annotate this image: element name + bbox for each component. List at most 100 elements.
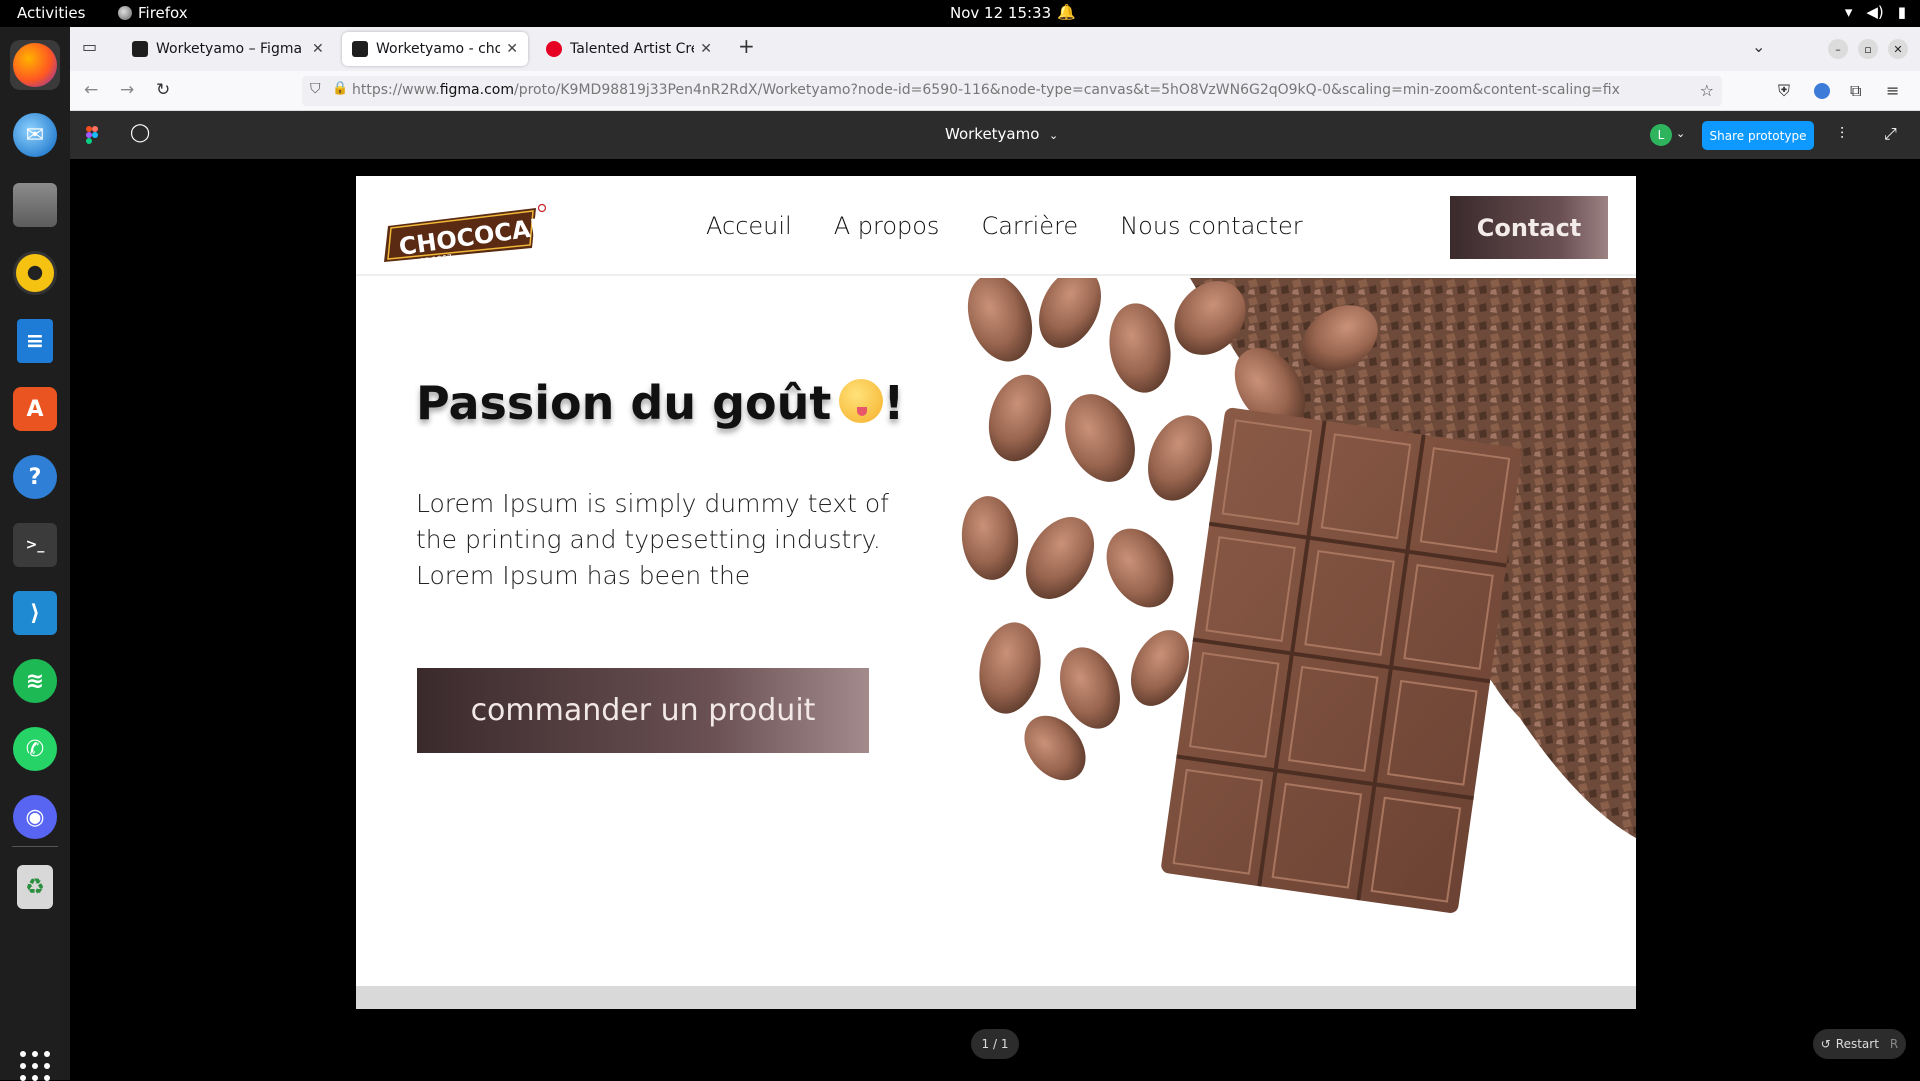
dock-trash[interactable]: ♻: [10, 862, 60, 912]
contact-button[interactable]: Contact: [1450, 196, 1608, 259]
account-icon[interactable]: [1814, 83, 1830, 99]
nav-link-a-propos[interactable]: A propos: [834, 212, 940, 240]
pocket-icon[interactable]: ⛨: [1778, 81, 1790, 101]
firefox-view-icon[interactable]: ▭: [82, 37, 97, 56]
whatsapp-icon: ✆: [13, 727, 57, 771]
dock-terminal[interactable]: >_: [10, 520, 60, 570]
files-icon: [13, 183, 57, 227]
close-tab-icon[interactable]: ✕: [506, 41, 518, 57]
terminal-icon: >_: [13, 523, 57, 567]
tab-pinterest[interactable]: Talented Artist Creates C ✕: [536, 32, 722, 66]
tracking-protection-icon[interactable]: ⛉: [310, 81, 321, 97]
tab-figma[interactable]: Worketyamo – Figma ✕: [122, 32, 334, 66]
forward-icon[interactable]: →: [120, 80, 134, 100]
chevron-down-icon[interactable]: ⌄: [1676, 127, 1685, 140]
restart-icon: ↺: [1820, 1037, 1831, 1051]
chococam-logo[interactable]: CHOCOCAM SINCE 1967: [384, 204, 549, 262]
dock-help[interactable]: ?: [10, 452, 60, 502]
website-frame: CHOCOCAM SINCE 1967 Acceuil A propos Car…: [356, 176, 1636, 1009]
order-product-button[interactable]: commander un produit: [417, 668, 869, 753]
restart-button[interactable]: ↺ Restart R: [1813, 1029, 1906, 1059]
trash-icon: ♻: [17, 865, 53, 909]
activities-button[interactable]: Activities: [17, 4, 85, 22]
close-tab-icon[interactable]: ✕: [700, 41, 712, 57]
dock-files[interactable]: [10, 180, 60, 230]
back-icon[interactable]: ←: [84, 80, 98, 100]
avatar[interactable]: L: [1650, 124, 1672, 146]
tab-chococam[interactable]: Worketyamo - chococam ✕: [342, 32, 528, 66]
dock-separator: [12, 846, 58, 847]
firefox-icon: [13, 43, 57, 87]
minimize-icon[interactable]: –: [1828, 39, 1848, 59]
dock: ✉ ≡ A ? >_ ⟩ ≋ ✆ ◉ ♻: [0, 27, 70, 1081]
page-counter: 1 / 1: [971, 1029, 1019, 1059]
figma-favicon-icon: [132, 41, 148, 57]
bookmark-star-icon[interactable]: ☆: [1700, 81, 1714, 100]
dock-discord[interactable]: ◉: [10, 792, 60, 842]
figma-favicon-icon: [352, 41, 368, 57]
chocolate-cocoa-image: [961, 278, 1636, 913]
extensions-icon[interactable]: ⧉: [1850, 81, 1861, 101]
system-tray[interactable]: ▾ ◀) ▮: [1845, 3, 1906, 21]
url-text[interactable]: https://www.figma.com/proto/K9MD98819j33…: [352, 82, 1682, 98]
figma-logo-icon[interactable]: [86, 126, 98, 144]
comment-icon[interactable]: ◯: [130, 122, 150, 143]
close-tab-icon[interactable]: ✕: [312, 41, 324, 57]
site-nav-links: Acceuil A propos Carrière Nous contacter: [706, 212, 1303, 240]
dock-rhythmbox[interactable]: [10, 248, 60, 298]
chocolate-bar: [1161, 407, 1522, 913]
list-all-tabs-icon[interactable]: ⌄: [1752, 37, 1765, 56]
lock-icon[interactable]: 🔒: [332, 81, 348, 96]
pinterest-favicon-icon: [546, 41, 562, 57]
thunderbird-icon: ✉: [13, 113, 57, 157]
firefox-window: ▭ Worketyamo – Figma ✕ Worketyamo - choc…: [70, 27, 1920, 1080]
hero-title: Passion du goût!: [416, 376, 905, 430]
fullscreen-icon[interactable]: ⤢: [1884, 124, 1897, 144]
system-top-bar: Activities Firefox Nov 12 15:33 🔔 ▾ ◀) ▮: [0, 0, 1920, 27]
tab-label: Talented Artist Creates C: [570, 41, 694, 57]
settings-sliders-icon[interactable]: ⫶: [1840, 124, 1844, 144]
firefox-icon: [118, 6, 132, 20]
rhythmbox-icon: [13, 251, 57, 295]
close-window-icon[interactable]: ✕: [1888, 39, 1908, 59]
figma-toolbar: ◯ Worketyamo ⌄ L ⌄ Share prototype ⫶ ⤢: [70, 111, 1920, 159]
dock-writer[interactable]: ≡: [10, 316, 60, 366]
app-menu[interactable]: Firefox: [118, 4, 188, 22]
dock-spotify[interactable]: ≋: [10, 656, 60, 706]
spotify-icon: ≋: [13, 659, 57, 703]
volume-icon: ◀): [1866, 3, 1884, 21]
url-bar[interactable]: ⛉ 🔒 https://www.figma.com/proto/K9MD9881…: [302, 76, 1722, 106]
site-header: CHOCOCAM SINCE 1967 Acceuil A propos Car…: [356, 176, 1636, 276]
nav-link-acceuil[interactable]: Acceuil: [706, 212, 792, 240]
dock-whatsapp[interactable]: ✆: [10, 724, 60, 774]
libreoffice-writer-icon: ≡: [17, 319, 53, 363]
share-prototype-button[interactable]: Share prototype: [1702, 121, 1814, 150]
wifi-icon: ▾: [1844, 3, 1853, 21]
hero-description: Lorem Ipsum is simply dummy text of the …: [416, 489, 889, 590]
vscode-icon: ⟩: [13, 591, 57, 635]
maximize-icon[interactable]: ▫: [1858, 39, 1878, 59]
dock-thunderbird[interactable]: ✉: [10, 110, 60, 160]
discord-icon: ◉: [13, 795, 57, 839]
menu-icon[interactable]: ≡: [1886, 81, 1899, 100]
clock[interactable]: Nov 12 15:33: [950, 4, 1051, 22]
show-apps-icon[interactable]: [20, 1051, 50, 1081]
dock-firefox[interactable]: [10, 40, 60, 90]
tab-strip: ▭ Worketyamo – Figma ✕ Worketyamo - choc…: [70, 27, 1920, 71]
tab-label: Worketyamo - chococam: [376, 41, 501, 57]
yum-face-emoji-icon: [839, 379, 884, 423]
help-icon: ?: [13, 455, 57, 499]
dock-vscode[interactable]: ⟩: [10, 588, 60, 638]
prototype-canvas: CHOCOCAM SINCE 1967 Acceuil A propos Car…: [70, 159, 1920, 1080]
nav-link-carriere[interactable]: Carrière: [981, 212, 1078, 240]
battery-icon: ▮: [1897, 3, 1906, 21]
restart-shortcut: R: [1889, 1037, 1899, 1051]
restart-label: Restart: [1835, 1037, 1879, 1051]
chevron-down-icon: ⌄: [1048, 129, 1059, 142]
nav-link-nous-contacter[interactable]: Nous contacter: [1120, 212, 1302, 240]
new-tab-icon[interactable]: +: [738, 34, 755, 58]
dock-software[interactable]: A: [10, 384, 60, 434]
file-name-menu[interactable]: Worketyamo ⌄: [945, 125, 1058, 143]
reload-icon[interactable]: ↻: [156, 80, 170, 100]
app-name: Firefox: [138, 4, 188, 22]
